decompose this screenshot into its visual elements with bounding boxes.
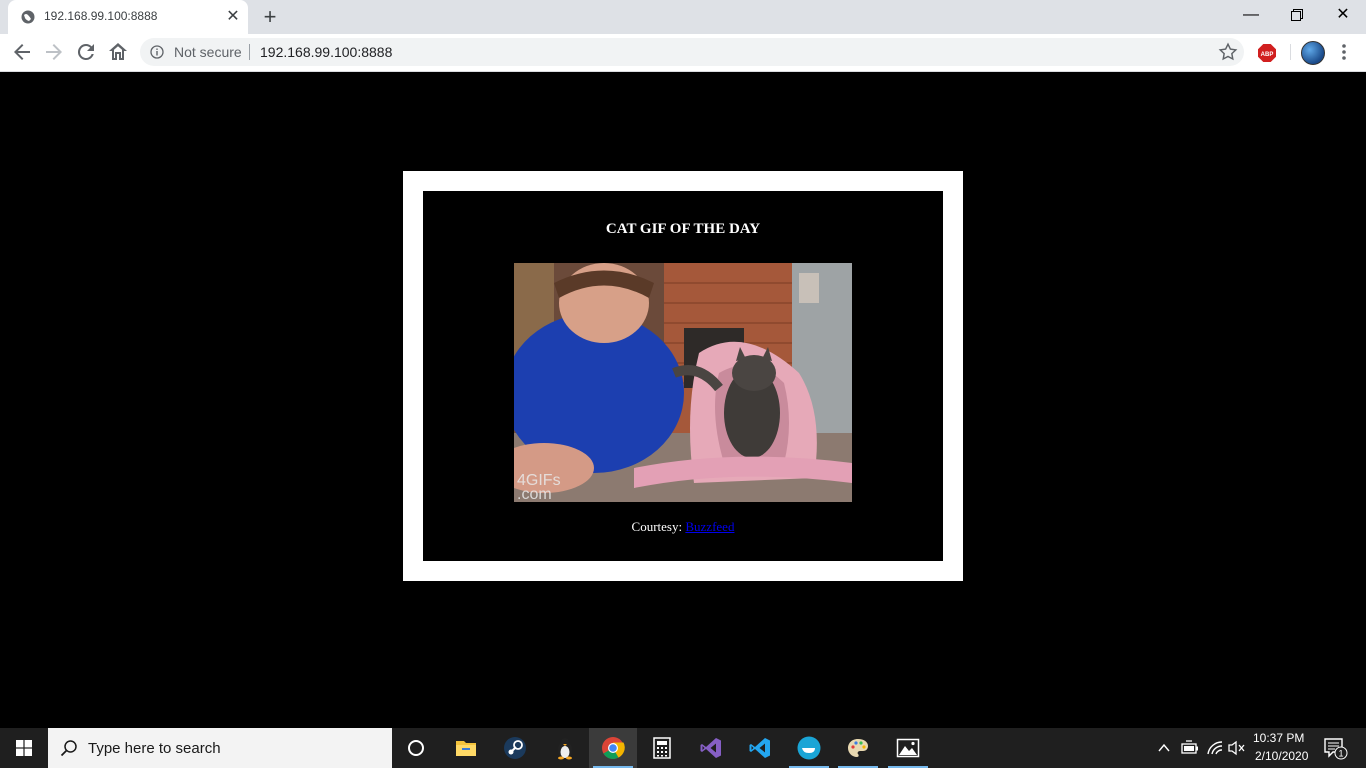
content-frame: CAT GIF OF THE DAY 4GIFs .com Courtesy: … (403, 171, 963, 581)
taskbar-chrome[interactable] (589, 728, 637, 768)
chevron-up-icon[interactable] (1157, 741, 1171, 755)
toolbar-divider (1290, 44, 1291, 60)
browser-tab[interactable]: 192.168.99.100:8888 ✕ (8, 0, 248, 34)
page-title: CAT GIF OF THE DAY (605, 221, 761, 237)
url-text[interactable]: 192.168.99.100:8888 (260, 44, 392, 60)
search-placeholder: Type here to search (88, 740, 221, 757)
svg-text:.com: .com (517, 486, 552, 502)
minimize-button[interactable]: — (1228, 0, 1274, 30)
chrome-icon (602, 737, 625, 759)
battery-icon[interactable] (1181, 740, 1199, 756)
reload-icon[interactable] (74, 40, 98, 64)
taskbar-search-box[interactable]: Type here to search (48, 728, 392, 768)
windows-taskbar: Type here to search 10:37 PM 2/10/2020 1 (0, 728, 1366, 768)
start-button[interactable] (0, 728, 48, 768)
notification-center-icon[interactable]: 1 (1324, 738, 1348, 760)
linux-penguin-icon (558, 738, 572, 760)
new-tab-button[interactable]: + (259, 6, 281, 28)
globe-icon (21, 10, 35, 24)
docker-icon (797, 736, 821, 760)
taskbar-linux[interactable] (541, 728, 589, 768)
address-bar[interactable]: Not secure 192.168.99.100:8888 (140, 38, 1244, 66)
info-icon[interactable] (150, 45, 164, 59)
volume-muted-icon[interactable] (1228, 740, 1246, 756)
courtesy-line: Courtesy: Buzzfeed (423, 519, 943, 535)
clock-time[interactable]: 10:37 PM (1253, 731, 1304, 745)
wifi-icon[interactable] (1206, 740, 1224, 756)
taskbar-cortana[interactable] (392, 728, 440, 768)
content-panel: CAT GIF OF THE DAY 4GIFs .com Courtesy: … (423, 191, 943, 561)
paint-icon (848, 739, 868, 757)
taskbar-steam[interactable] (491, 728, 539, 768)
svg-text:ABP: ABP (1261, 52, 1274, 58)
windows-logo-icon (16, 740, 32, 756)
cat-gif-illustration: 4GIFs .com (514, 263, 852, 502)
visual-studio-icon (700, 738, 721, 758)
more-menu-icon[interactable] (1336, 41, 1352, 63)
close-window-button[interactable]: ✕ (1320, 0, 1366, 30)
file-explorer-icon (456, 741, 476, 756)
restore-button[interactable] (1274, 0, 1320, 30)
restore-icon (1291, 9, 1303, 21)
tab-title: 192.168.99.100:8888 (44, 9, 158, 23)
search-icon (60, 740, 77, 757)
taskbar-file-explorer[interactable] (442, 728, 490, 768)
omnibox-divider (249, 44, 250, 60)
bookmark-star-icon[interactable] (1217, 41, 1239, 63)
vscode-icon (749, 738, 770, 758)
cortana-icon (408, 740, 424, 756)
profile-avatar[interactable] (1301, 41, 1325, 65)
taskbar-visual-studio[interactable] (687, 728, 735, 768)
cat-gif-image: 4GIFs .com (514, 263, 852, 502)
browser-titlebar: 192.168.99.100:8888 ✕ + — ✕ (0, 0, 1366, 34)
back-arrow-icon[interactable] (10, 40, 34, 64)
security-label[interactable]: Not secure (174, 44, 242, 60)
calculator-icon (653, 737, 671, 759)
clock-date[interactable]: 2/10/2020 (1255, 749, 1308, 763)
buzzfeed-link[interactable]: Buzzfeed (685, 519, 734, 534)
adblock-icon[interactable]: ABP (1258, 44, 1276, 62)
taskbar-calculator[interactable] (638, 728, 686, 768)
taskbar-paint[interactable] (834, 728, 882, 768)
forward-arrow-icon[interactable] (42, 40, 66, 64)
home-icon[interactable] (106, 40, 130, 64)
courtesy-label: Courtesy: (631, 519, 683, 534)
photos-icon (896, 738, 920, 758)
taskbar-vscode[interactable] (736, 728, 784, 768)
svg-text:1: 1 (1338, 749, 1343, 759)
browser-toolbar: Not secure 192.168.99.100:8888 (0, 34, 1366, 72)
taskbar-photos[interactable] (884, 728, 932, 768)
taskbar-docker[interactable] (785, 728, 833, 768)
close-tab-icon[interactable]: ✕ (224, 8, 242, 26)
steam-icon (504, 737, 526, 759)
